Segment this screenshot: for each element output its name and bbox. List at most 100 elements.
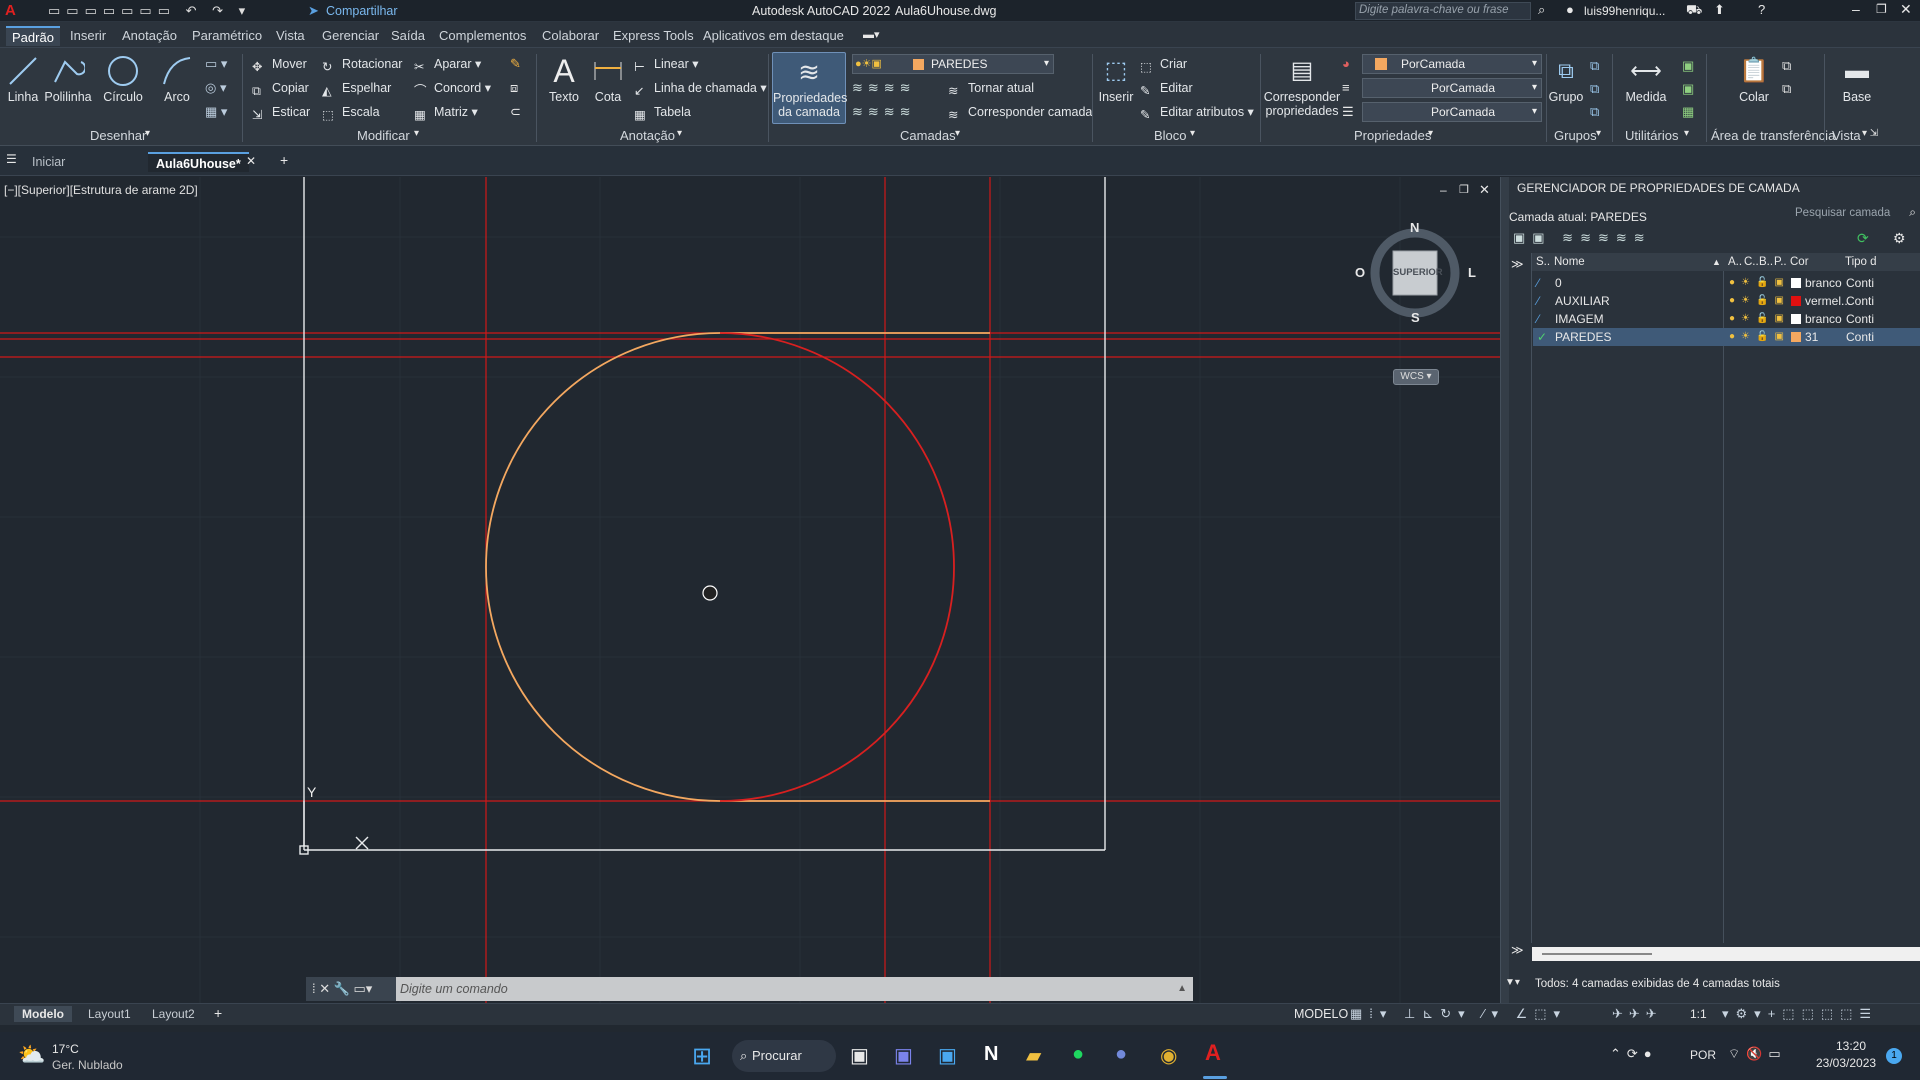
move-button[interactable]: ✥ Mover bbox=[250, 54, 307, 74]
user-icon[interactable]: ● bbox=[1566, 2, 1574, 17]
rectangle-icon[interactable]: ▭ ▾ bbox=[205, 56, 227, 72]
compass-south[interactable]: S bbox=[1411, 310, 1420, 325]
weather-desc[interactable]: Ger. Nublado bbox=[52, 1058, 123, 1072]
aux-lines[interactable] bbox=[0, 177, 1500, 1003]
start-windows-icon[interactable]: ⊞ bbox=[692, 1042, 712, 1071]
app-menu-icon[interactable]: ☰ bbox=[6, 152, 17, 166]
viewport-label[interactable]: [−][Superior][Estrutura de arame 2D] bbox=[4, 183, 198, 197]
draw-panel-chevron-icon[interactable]: ▾ bbox=[145, 128, 150, 139]
layer-color-name[interactable]: 31 bbox=[1805, 328, 1818, 346]
tab-anotacao[interactable]: Anotação bbox=[116, 26, 183, 46]
status-tool-icons[interactable]: ▦⁞▾ ⊥⊾↻▾ ⁄▾ ∠⬚▾ bbox=[1350, 1006, 1567, 1022]
array-button[interactable]: ▦ Matriz ▾ bbox=[412, 102, 478, 122]
layer-linetype[interactable]: Conti bbox=[1846, 310, 1874, 328]
dimension-button[interactable]: Cota bbox=[590, 54, 626, 104]
col-plot[interactable]: P.. bbox=[1774, 253, 1787, 271]
create-block-button[interactable]: ⬚ Criar bbox=[1138, 54, 1187, 74]
annotation-panel-chevron-icon[interactable]: ▾ bbox=[677, 128, 682, 139]
insert-block-button[interactable]: ⬚ Inserir bbox=[1096, 54, 1136, 104]
clock-date[interactable]: 23/03/2023 bbox=[1816, 1056, 1876, 1070]
search-icon[interactable]: ⌕ bbox=[1909, 205, 1916, 220]
tab-aplicativos[interactable]: Aplicativos em destaque bbox=[697, 26, 850, 46]
col-linetype[interactable]: Tipo d bbox=[1845, 253, 1877, 271]
block-panel-title[interactable]: Bloco bbox=[1154, 128, 1187, 143]
tab-padrao[interactable]: Padrão bbox=[6, 26, 60, 46]
trim-button[interactable]: ✂ Aparar ▾ bbox=[412, 54, 481, 74]
tab-gerenciar[interactable]: Gerenciar bbox=[316, 26, 385, 46]
spotify-icon[interactable]: ● bbox=[1072, 1043, 1084, 1066]
layer-tools-row2-icons[interactable]: ≋≋≋≋ bbox=[852, 104, 916, 120]
layer-row[interactable]: ⁄ AUXILIAR ●☀🔓▣ vermel... Conti bbox=[1533, 292, 1920, 310]
layer-toggles[interactable]: ●☀🔓▣ bbox=[1729, 328, 1790, 346]
tab-complementos[interactable]: Complementos bbox=[433, 26, 532, 46]
autocad-taskbar-icon[interactable]: A bbox=[1205, 1040, 1221, 1066]
layer-linetype[interactable]: Conti bbox=[1846, 292, 1874, 310]
autodesk-app-icon[interactable]: ⬆ bbox=[1714, 2, 1725, 18]
search-icon[interactable]: ⌕ bbox=[1538, 2, 1545, 18]
drawing-canvas[interactable] bbox=[0, 177, 1500, 1003]
annotation-scale[interactable]: 1:1 bbox=[1690, 1007, 1707, 1021]
layer-toggles[interactable]: ●☀🔓▣ bbox=[1729, 292, 1790, 310]
group-button[interactable]: ⧉ Grupo bbox=[1548, 54, 1584, 104]
circle-wall[interactable] bbox=[485, 332, 990, 802]
store-icon[interactable]: ▣ bbox=[938, 1043, 957, 1068]
col-freeze[interactable]: C.. bbox=[1744, 253, 1759, 271]
layer-toolbar-icons[interactable]: ▣▣ ≋≋≋≋≋ bbox=[1513, 230, 1652, 246]
paste-button[interactable]: 📋 Colar bbox=[1734, 54, 1774, 104]
viewport-minimize-icon[interactable]: – bbox=[1440, 183, 1447, 197]
horizontal-scrollbar[interactable] bbox=[1532, 947, 1920, 961]
edit-block-button[interactable]: ✎ Editar bbox=[1138, 78, 1193, 98]
viewcube[interactable]: SUPERIOR N S O L bbox=[1355, 220, 1476, 325]
teams-icon[interactable]: ▣ bbox=[894, 1043, 913, 1068]
white-frame[interactable] bbox=[303, 177, 1106, 851]
tab-layout2[interactable]: Layout2 bbox=[152, 1007, 195, 1021]
col-color[interactable]: Cor bbox=[1790, 253, 1809, 271]
layer-tools-row-icons[interactable]: ≋≋≋≋ bbox=[852, 80, 916, 96]
chrome-icon[interactable]: ◉ bbox=[1160, 1043, 1177, 1068]
layer-row[interactable]: ⁄ IMAGEM ●☀🔓▣ branco Conti bbox=[1533, 310, 1920, 328]
polyline-button[interactable]: Polilinha bbox=[42, 54, 94, 104]
mirror-button[interactable]: ◭ Espelhar bbox=[320, 78, 391, 98]
network-volume-battery-icons[interactable]: ⌔🔇▭ bbox=[1728, 1046, 1787, 1062]
help-search-input[interactable]: Digite palavra-chave ou frase bbox=[1355, 2, 1531, 20]
tab-vista[interactable]: Vista bbox=[270, 26, 311, 46]
annotation-tool-icons[interactable]: ✈✈✈ bbox=[1612, 1006, 1663, 1022]
tab-colaborar[interactable]: Colaborar bbox=[536, 26, 605, 46]
close-window-icon[interactable]: ✕ bbox=[1900, 1, 1912, 18]
viewport-restore-icon[interactable]: ❐ bbox=[1459, 183, 1469, 196]
layer-color-swatch[interactable] bbox=[1791, 332, 1801, 342]
expand-filters-icon[interactable]: ≫ bbox=[1511, 257, 1524, 271]
layer-settings-icon[interactable]: ⚙ bbox=[1893, 230, 1906, 247]
tray-icons[interactable]: ⌃⟳● bbox=[1610, 1046, 1658, 1062]
array-draw-icon[interactable]: ▦ ▾ bbox=[205, 104, 227, 120]
scale-button[interactable]: ⬚ Escala bbox=[320, 102, 380, 122]
rotate-button[interactable]: ↻ Rotacionar bbox=[320, 54, 402, 74]
view-panel-chevron-icon[interactable]: ▾ ⇲ bbox=[1862, 128, 1878, 139]
circle-button[interactable]: Círculo bbox=[100, 54, 146, 104]
layer-search-input[interactable]: Pesquisar camada ⌕ bbox=[1791, 204, 1916, 224]
block-panel-chevron-icon[interactable]: ▾ bbox=[1190, 128, 1195, 139]
layer-dropdown[interactable]: ●☀▣ PAREDES ▾ bbox=[852, 54, 1054, 74]
tab-layout1[interactable]: Layout1 bbox=[88, 1007, 131, 1021]
cart-icon[interactable]: ⛟ bbox=[1686, 2, 1702, 20]
refresh-icon[interactable]: ⟳ bbox=[1857, 230, 1869, 247]
tab-start[interactable]: Iniciar bbox=[24, 152, 73, 172]
layer-properties-button[interactable]: ≋ Propriedades da camada bbox=[772, 52, 847, 124]
tab-active-drawing[interactable]: Aula6Uhouse* bbox=[148, 152, 249, 172]
help-icon[interactable]: ? bbox=[1758, 2, 1765, 17]
view-panel-title[interactable]: Vista bbox=[1832, 128, 1861, 143]
layer-color-name[interactable]: vermel... bbox=[1805, 292, 1851, 310]
viewcube-face-label[interactable]: SUPERIOR bbox=[1393, 267, 1443, 278]
language-indicator[interactable]: POR bbox=[1690, 1048, 1716, 1062]
tab-saida[interactable]: Saída bbox=[385, 26, 431, 46]
status-right-icons[interactable]: ▾⚙▾+⬚⬚⬚⬚☰ bbox=[1722, 1006, 1878, 1022]
layer-color-name[interactable]: branco bbox=[1805, 274, 1842, 292]
utility-tools-icons[interactable]: ▣ ▣ ▦ bbox=[1682, 54, 1696, 123]
collapse-filters-icon[interactable]: ≫ bbox=[1511, 943, 1524, 957]
groups-panel-chevron-icon[interactable]: ▾ bbox=[1596, 128, 1601, 139]
user-name[interactable]: luis99henriqu... bbox=[1584, 4, 1665, 18]
linear-button[interactable]: ⊢ Linear ▾ bbox=[632, 54, 699, 74]
weather-icon[interactable]: ⛅ bbox=[18, 1042, 45, 1068]
layer-name[interactable]: PAREDES bbox=[1555, 328, 1611, 346]
command-history-icon[interactable]: ▲ bbox=[1177, 977, 1187, 1001]
